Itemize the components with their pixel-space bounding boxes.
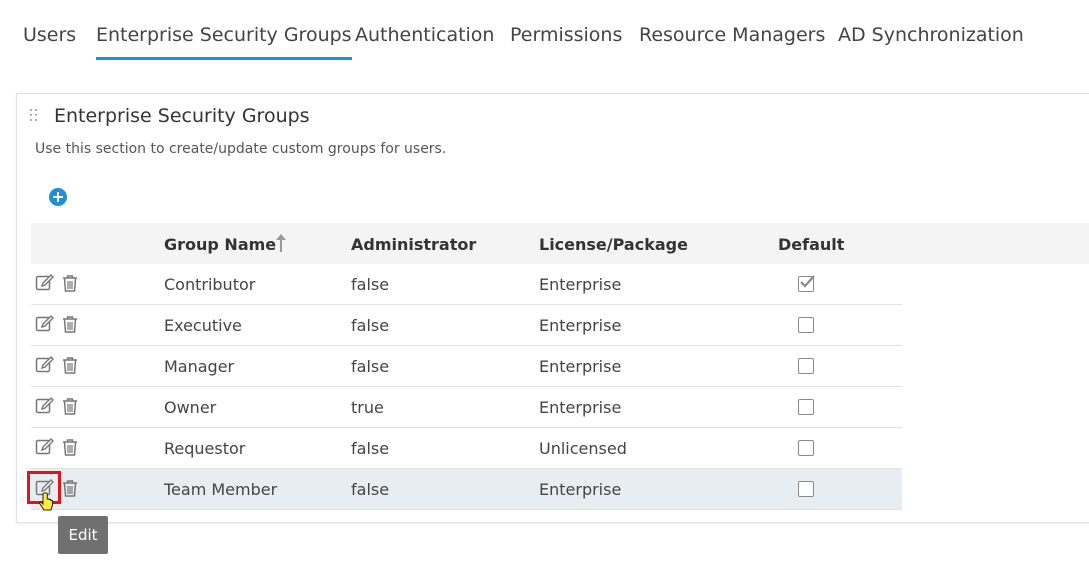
table-row: Contributor false Enterprise — [31, 264, 902, 305]
panel-description: Use this section to create/update custom… — [35, 141, 447, 157]
tab-ad-synchronization[interactable]: AD Synchronization — [838, 24, 1024, 46]
edit-icon[interactable] — [35, 355, 55, 375]
sort-ascending-icon[interactable] — [276, 234, 286, 252]
tab-permissions[interactable]: Permissions — [510, 24, 622, 46]
edit-icon[interactable] — [35, 396, 55, 416]
edit-icon[interactable] — [35, 437, 55, 457]
default-checkbox[interactable] — [798, 358, 814, 374]
license-cell: Enterprise — [539, 275, 622, 294]
administrator-cell: false — [351, 480, 390, 499]
trash-icon[interactable] — [60, 437, 80, 457]
tab-authentication[interactable]: Authentication — [355, 24, 494, 46]
trash-icon[interactable] — [60, 273, 80, 293]
table-row: Manager false Enterprise — [31, 346, 902, 387]
license-cell: Enterprise — [539, 316, 622, 335]
add-group-button[interactable] — [49, 188, 67, 206]
tab-enterprise-security-groups[interactable]: Enterprise Security Groups — [96, 24, 352, 60]
trash-icon[interactable] — [60, 396, 80, 416]
panel-title: Enterprise Security Groups — [54, 105, 310, 127]
group-name-cell: Contributor — [164, 275, 256, 294]
column-header-administrator[interactable]: Administrator — [351, 235, 476, 254]
tab-resource-managers[interactable]: Resource Managers — [639, 24, 825, 46]
table-row: Executive false Enterprise — [31, 305, 902, 346]
trash-icon[interactable] — [60, 355, 80, 375]
tab-users[interactable]: Users — [23, 24, 76, 46]
column-header-default[interactable]: Default — [778, 235, 844, 254]
administrator-cell: true — [351, 398, 384, 417]
group-name-cell: Owner — [164, 398, 217, 417]
license-cell: Enterprise — [539, 398, 622, 417]
drag-handle-icon[interactable] — [29, 108, 39, 124]
hand-cursor-icon — [39, 492, 53, 511]
column-header-license-package[interactable]: License/Package — [539, 235, 688, 254]
administrator-cell: false — [351, 439, 390, 458]
edit-icon[interactable] — [35, 273, 55, 293]
table-header: Group Name Administrator License/Package… — [31, 223, 1089, 264]
table-row: Owner true Enterprise — [31, 387, 902, 428]
default-checkbox[interactable] — [798, 399, 814, 415]
default-checkbox[interactable] — [798, 481, 814, 497]
group-name-cell: Manager — [164, 357, 235, 376]
trash-icon[interactable] — [60, 314, 80, 334]
administrator-cell: false — [351, 316, 390, 335]
edit-tooltip: Edit — [58, 516, 108, 554]
administrator-cell: false — [351, 275, 390, 294]
license-cell: Enterprise — [539, 480, 622, 499]
column-header-group-name[interactable]: Group Name — [164, 235, 276, 254]
administrator-cell: false — [351, 357, 390, 376]
table-row: Team Member false Enterprise — [31, 469, 902, 510]
group-name-cell: Requestor — [164, 439, 246, 458]
default-checkbox[interactable] — [798, 275, 815, 292]
license-cell: Enterprise — [539, 357, 622, 376]
default-checkbox[interactable] — [798, 317, 814, 333]
table-row: Requestor false Unlicensed — [31, 428, 902, 469]
group-name-cell: Executive — [164, 316, 242, 335]
group-name-cell: Team Member — [164, 480, 278, 499]
edit-icon[interactable] — [35, 314, 55, 334]
security-groups-panel: Enterprise Security Groups Use this sect… — [16, 93, 1089, 523]
trash-icon[interactable] — [60, 478, 80, 498]
tab-bar: Users Enterprise Security Groups Authent… — [0, 0, 1089, 64]
default-checkbox[interactable] — [798, 440, 814, 456]
license-cell: Unlicensed — [539, 439, 627, 458]
